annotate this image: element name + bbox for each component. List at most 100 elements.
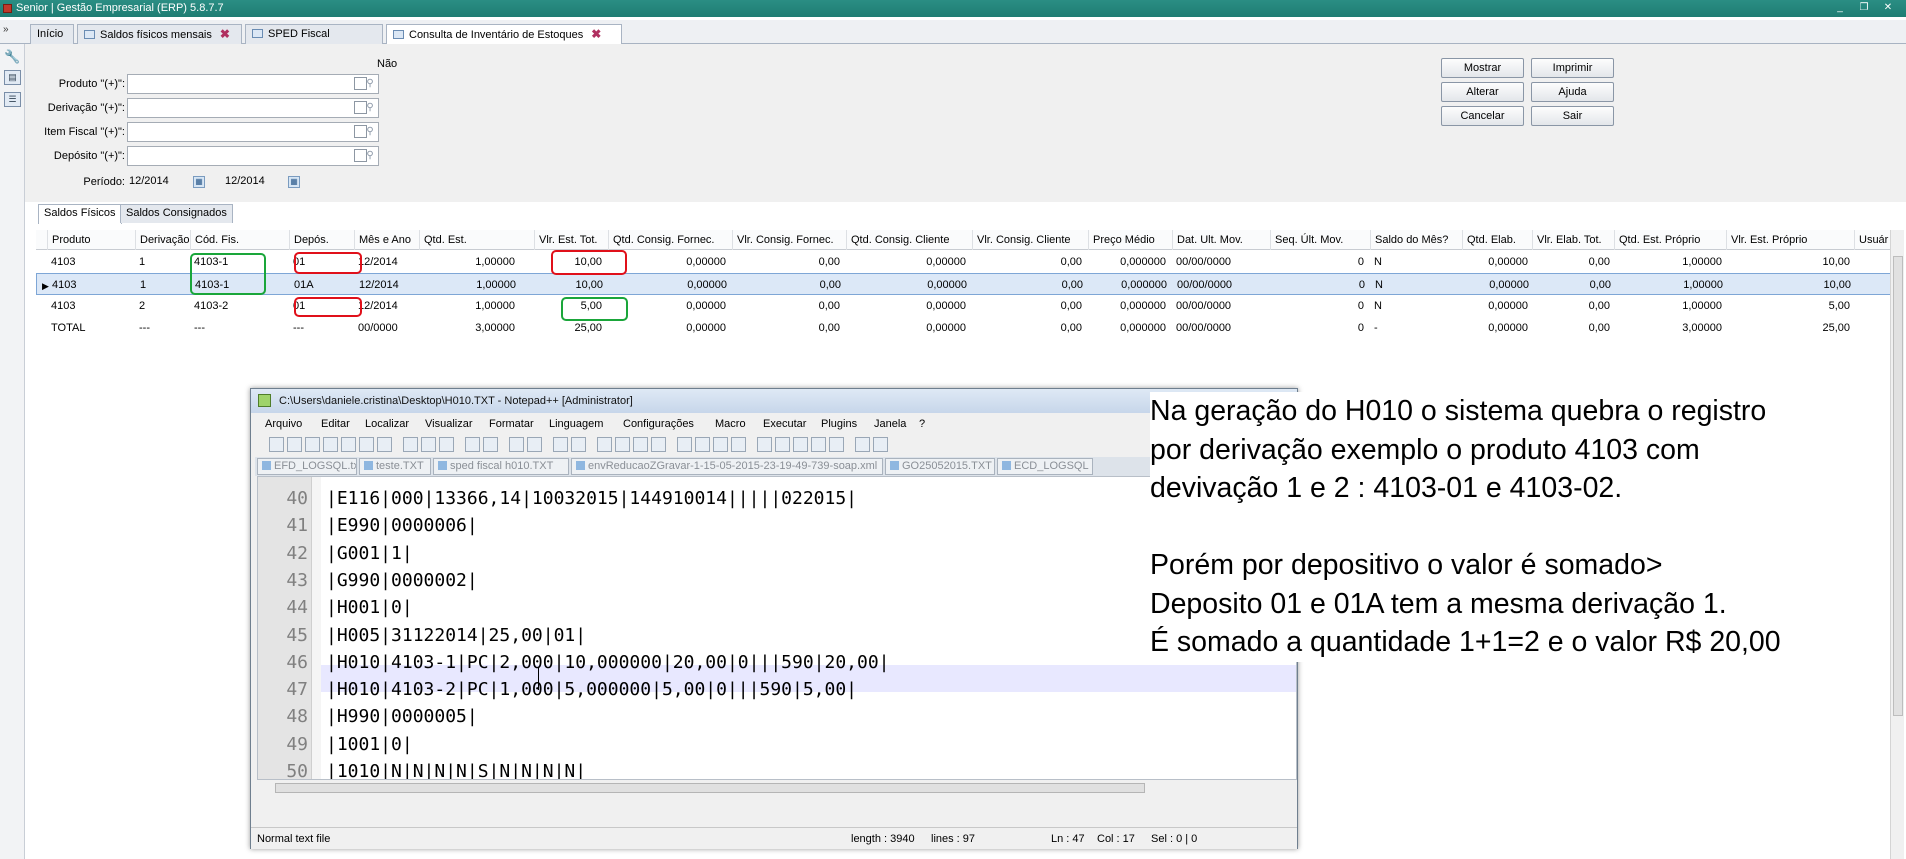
table-row[interactable]: 4103 1 4103-1 01A 12/2014 1,00000 10,00 0,00000…	[36, 273, 1896, 295]
file-tab-ecd-logsql[interactable]: ECD_LOGSQL	[997, 458, 1093, 475]
item-fiscal-input[interactable]: ⚲	[127, 122, 379, 142]
col-mes-ano[interactable]: Mês e Ano	[354, 230, 417, 250]
col-qtd-est-proprio[interactable]: Qtd. Est. Próprio	[1614, 230, 1726, 250]
code-line[interactable]: |H010|4103-2|PC|1,000|5,000000|5,00|0|||…	[326, 676, 857, 703]
menu-help[interactable]: ?	[919, 415, 925, 433]
table-total-row[interactable]: TOTAL --- --- --- 00/0000 3,00000 25,00 0,00000…	[36, 317, 1896, 339]
deposito-nao-checkbox[interactable]	[354, 149, 367, 162]
scroll-thumb[interactable]	[1893, 256, 1903, 716]
wrench-icon[interactable]: 🔧	[4, 50, 21, 65]
ajuda-button[interactable]: Ajuda	[1531, 82, 1614, 102]
menu-formatar[interactable]: Formatar	[489, 415, 534, 433]
code-line[interactable]: |H010|4103-1|PC|2,000|10,000000|20,00|0|…	[326, 649, 890, 676]
undo-icon[interactable]	[465, 437, 480, 452]
col-produto[interactable]: Produto	[47, 230, 131, 250]
find-icon[interactable]	[509, 437, 524, 452]
paste-icon[interactable]	[439, 437, 454, 452]
tab-saldos-fisicos[interactable]: Saldos Físicos	[38, 204, 122, 224]
folder-workspace-icon[interactable]	[713, 437, 728, 452]
record-macro-icon[interactable]	[757, 437, 772, 452]
redo-icon[interactable]	[483, 437, 498, 452]
copy-icon[interactable]	[421, 437, 436, 452]
col-vlr-est-proprio[interactable]: Vlr. Est. Próprio	[1726, 230, 1854, 250]
save-macro-icon[interactable]	[829, 437, 844, 452]
cut-icon[interactable]	[403, 437, 418, 452]
derivacao-input[interactable]: ⚲	[127, 98, 379, 118]
code-line[interactable]: |1001|0|	[326, 731, 413, 758]
derivacao-nao-checkbox[interactable]	[354, 101, 367, 114]
file-tab-envreducaoz[interactable]: envReducaoZGravar-1-15-05-2015-23-19-49-…	[571, 458, 883, 475]
save-icon[interactable]	[305, 437, 320, 452]
notepad-horizontal-scrollbar[interactable]	[257, 781, 1287, 795]
produto-nao-checkbox[interactable]	[354, 77, 367, 90]
tabs-scroll-icon[interactable]: »	[3, 24, 17, 35]
code-line[interactable]: |E990|0000006|	[326, 512, 478, 539]
sair-button[interactable]: Sair	[1531, 106, 1614, 126]
item-fiscal-nao-checkbox[interactable]	[354, 125, 367, 138]
spellcheck-icon[interactable]	[855, 437, 870, 452]
wrap-icon[interactable]	[615, 437, 630, 452]
code-line[interactable]: |H001|0|	[326, 594, 413, 621]
cancelar-button[interactable]: Cancelar	[1441, 106, 1524, 126]
mostrar-button[interactable]: Mostrar	[1441, 58, 1524, 78]
file-tab-sped-fiscal-h010[interactable]: sped fiscal h010.TXT	[433, 458, 569, 475]
deposito-input[interactable]: ⚲	[127, 146, 379, 166]
save-all-icon[interactable]	[323, 437, 338, 452]
code-line[interactable]: |E116|000|13366,14|10032015|144910014|||…	[326, 485, 857, 512]
close-tab-icon[interactable]: ✖	[220, 27, 230, 41]
tab-saldos-fisicos-mensais[interactable]: Saldos físicos mensais ✖	[77, 24, 242, 44]
alterar-button[interactable]: Alterar	[1441, 82, 1524, 102]
col-dat-ult-mov[interactable]: Dat. Ult. Mov.	[1172, 230, 1268, 250]
menu-janela[interactable]: Janela	[874, 415, 906, 433]
calendar-icon[interactable]: ▦	[193, 176, 205, 188]
close-window-button[interactable]: ✕	[1878, 1, 1898, 15]
code-line[interactable]: |G001|1|	[326, 540, 413, 567]
col-derivacao[interactable]: Derivação	[135, 230, 189, 250]
menu-visualizar[interactable]: Visualizar	[425, 415, 473, 433]
minimize-button[interactable]: _	[1830, 1, 1850, 15]
menu-configuracoes[interactable]: Configurações	[623, 415, 694, 433]
monitor-icon[interactable]	[731, 437, 746, 452]
all-chars-icon[interactable]	[633, 437, 648, 452]
vertical-scrollbar[interactable]	[1890, 230, 1904, 859]
produto-input[interactable]: ⚲	[127, 74, 379, 94]
file-tab-go25052015[interactable]: GO25052015.TXT	[885, 458, 995, 475]
col-qtd-est[interactable]: Qtd. Est.	[419, 230, 519, 250]
col-preco-medio[interactable]: Preço Médio	[1088, 230, 1170, 250]
plugin-icon[interactable]	[873, 437, 888, 452]
code-line[interactable]: |G990|0000002|	[326, 567, 478, 594]
menu-editar[interactable]: Editar	[321, 415, 350, 433]
menu-executar[interactable]: Executar	[763, 415, 806, 433]
col-qtd-consig-cliente[interactable]: Qtd. Consig. Cliente	[846, 230, 970, 250]
code-line[interactable]: |H005|31122014|25,00|01|	[326, 622, 586, 649]
file-tab-efd-logsql[interactable]: EFD_LOGSQL.txt	[257, 458, 357, 475]
menu-plugins[interactable]: Plugins	[821, 415, 857, 433]
col-qtd-elab[interactable]: Qtd. Elab.	[1462, 230, 1532, 250]
doc-map-icon[interactable]	[677, 437, 692, 452]
new-file-icon[interactable]	[269, 437, 284, 452]
tab-consulta-inventario[interactable]: Consulta de Inventário de Estoques ✖	[386, 24, 622, 45]
replace-icon[interactable]	[527, 437, 542, 452]
menu-linguagem[interactable]: Linguagem	[549, 415, 603, 433]
function-list-icon[interactable]	[695, 437, 710, 452]
close-tab-icon[interactable]: ✖	[591, 27, 601, 41]
tab-saldos-consignados[interactable]: Saldos Consignados	[120, 204, 233, 223]
col-depos[interactable]: Depós.	[289, 230, 352, 250]
zoom-in-icon[interactable]	[553, 437, 568, 452]
col-saldo-mes[interactable]: Saldo do Mês?	[1370, 230, 1462, 250]
restore-button[interactable]: ❐	[1854, 1, 1874, 15]
code-line[interactable]: |H990|0000005|	[326, 703, 478, 730]
col-vlr-elab-tot[interactable]: Vlr. Elab. Tot.	[1532, 230, 1614, 250]
play-macro-icon[interactable]	[793, 437, 808, 452]
col-qtd-consig-fornec[interactable]: Qtd. Consig. Fornec.	[608, 230, 730, 250]
periodo-to-input[interactable]: 12/2014	[222, 172, 292, 192]
col-cod-fis[interactable]: Cód. Fis.	[190, 230, 286, 250]
menu-arquivo[interactable]: Arquivo	[265, 415, 302, 433]
stop-macro-icon[interactable]	[775, 437, 790, 452]
print-icon[interactable]	[377, 437, 392, 452]
col-vlr-consig-cliente[interactable]: Vlr. Consig. Cliente	[972, 230, 1086, 250]
calendar-icon[interactable]: ▦	[288, 176, 300, 188]
col-vlr-est-tot[interactable]: Vlr. Est. Tot.	[534, 230, 606, 250]
col-vlr-consig-fornec[interactable]: Vlr. Consig. Fornec.	[732, 230, 844, 250]
code-line[interactable]: |1010|N|N|N|N|S|N|N|N|N|	[326, 758, 586, 779]
